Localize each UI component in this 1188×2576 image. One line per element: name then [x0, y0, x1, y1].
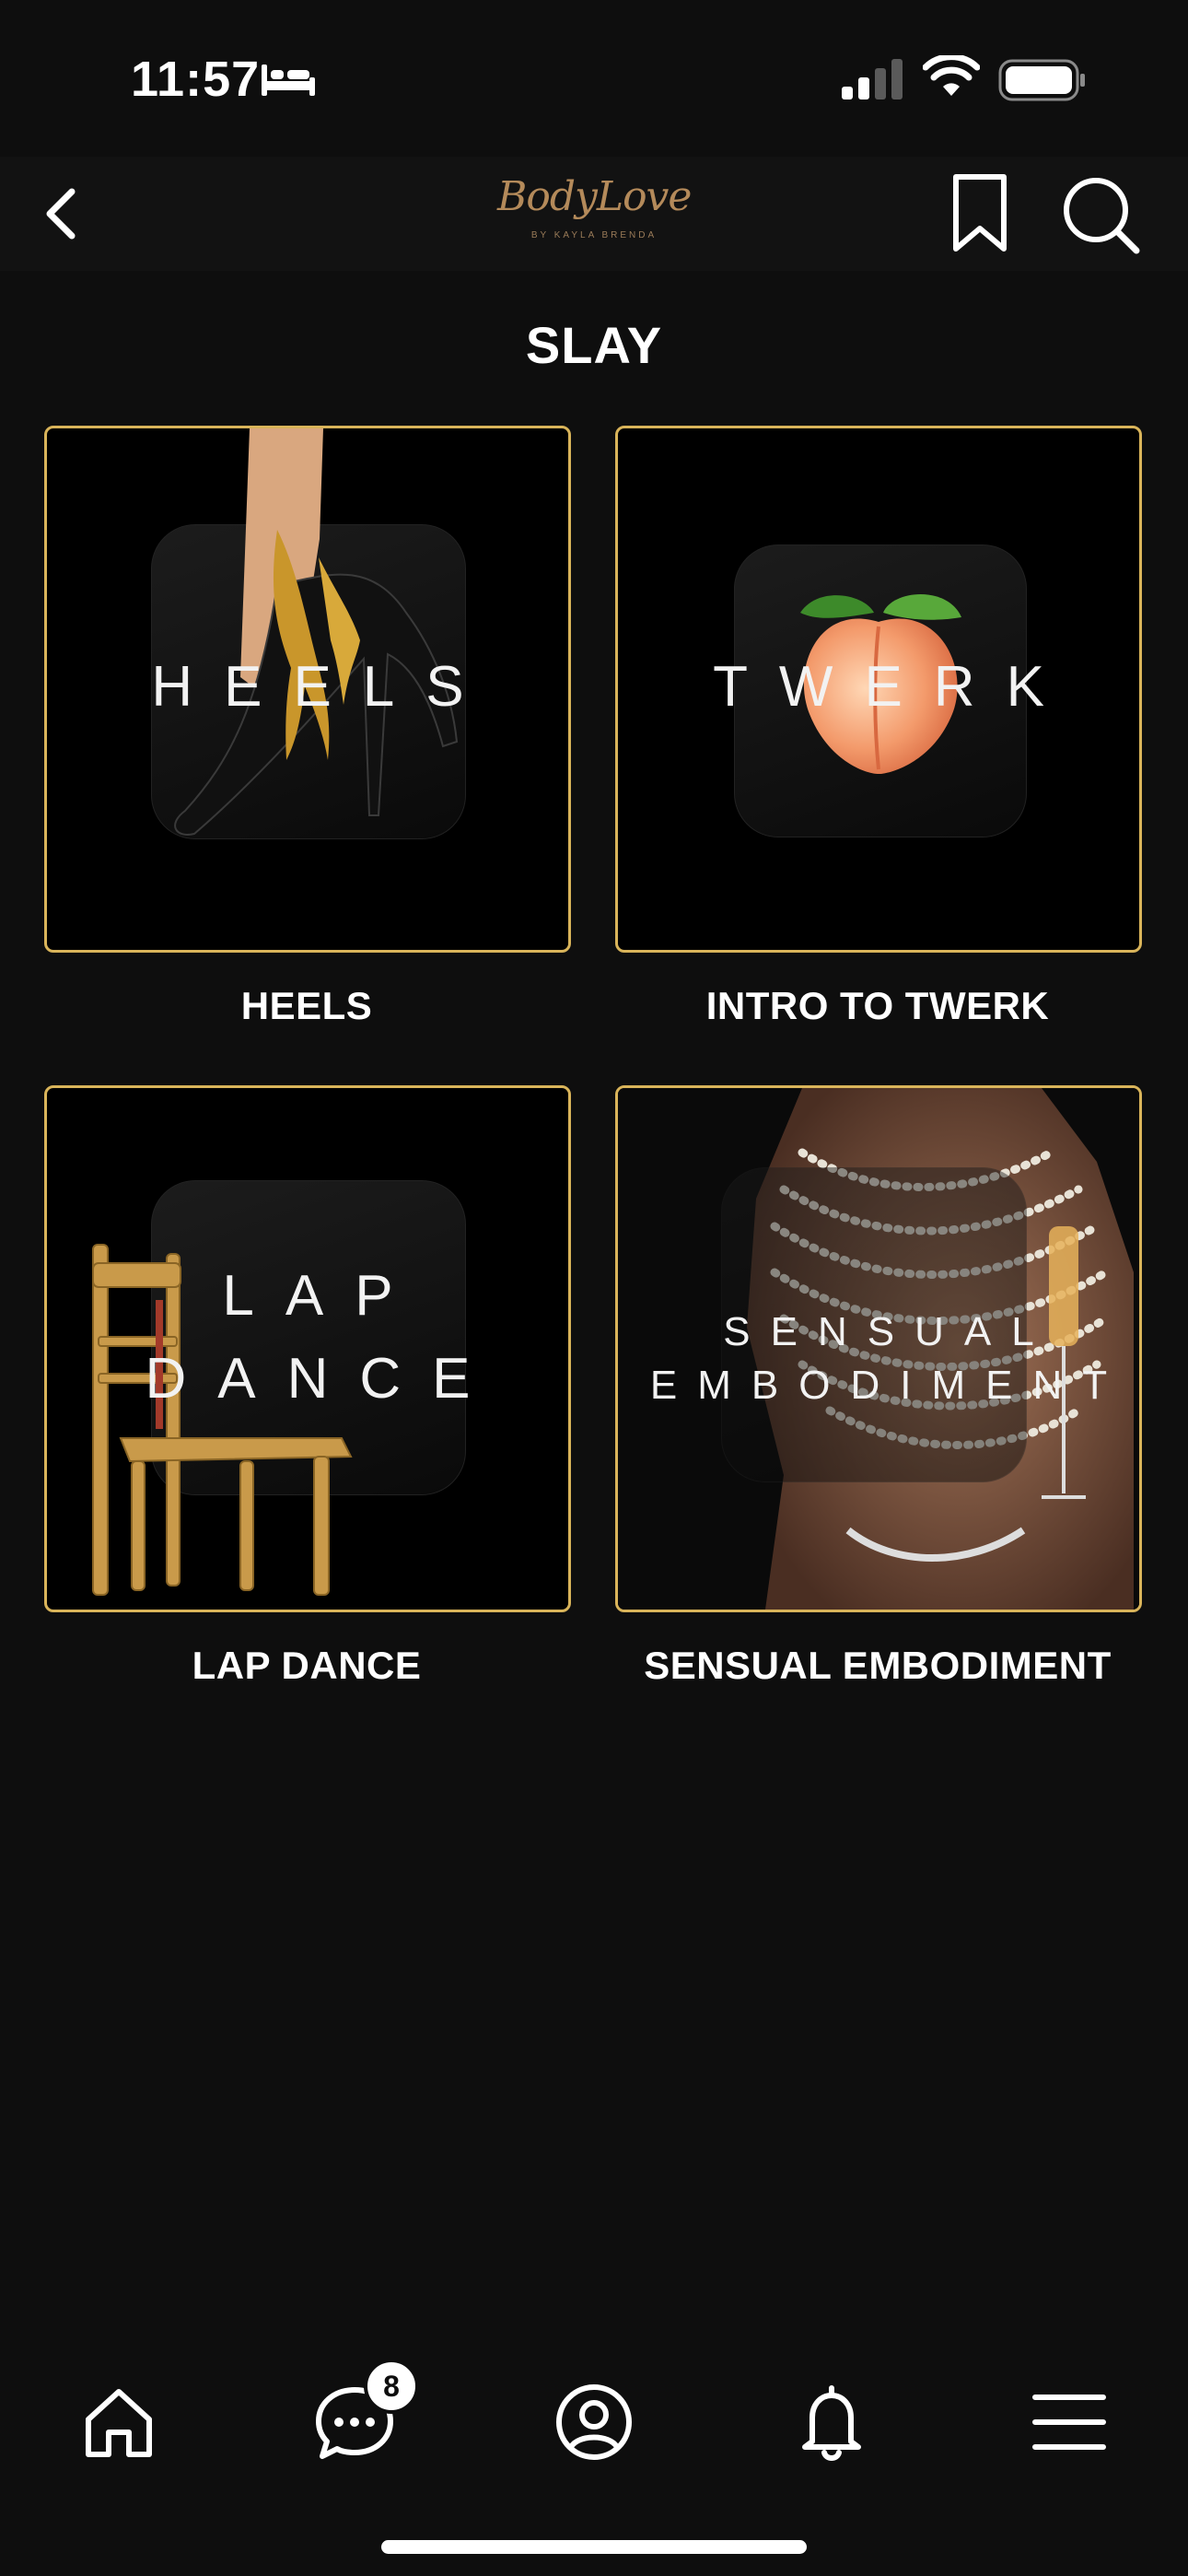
- category-card-intro-to-twerk[interactable]: TWERK INTRO TO TWERK: [615, 426, 1142, 1028]
- home-icon[interactable]: [77, 2381, 160, 2464]
- category-card-heels[interactable]: HEELS HEELS: [44, 426, 571, 1028]
- app-header: BodyLove BY KAYLA BRENDA: [0, 157, 1188, 271]
- card-thumbnail[interactable]: TWERK: [615, 426, 1142, 953]
- tile-line-1: SENSUAL: [723, 1309, 1054, 1354]
- back-chevron-icon[interactable]: [26, 177, 99, 251]
- card-label[interactable]: HEELS: [44, 984, 569, 1028]
- page-title: SLAY: [525, 316, 663, 374]
- home-indicator: [381, 2540, 807, 2554]
- heel-shoe-image: [174, 428, 459, 836]
- tile-text: TWERK: [713, 655, 1076, 719]
- card-label[interactable]: SENSUAL EMBODIMENT: [615, 1644, 1140, 1688]
- logo-subtext: BY KAYLA BRENDA: [530, 230, 658, 240]
- brand-logo: BodyLove BY KAYLA BRENDA: [497, 168, 692, 260]
- card-label[interactable]: INTRO TO TWERK: [615, 984, 1140, 1028]
- bed-icon: [262, 64, 315, 96]
- tile-line-1: LAP: [222, 1264, 425, 1328]
- profile-icon[interactable]: [553, 2381, 635, 2464]
- category-card-lap-dance[interactable]: LAP DANCE LAP DANCE: [44, 1085, 571, 1688]
- wifi-icon: [923, 55, 980, 96]
- signal-icon: [842, 59, 903, 100]
- tile-line-2: DANCE: [145, 1347, 502, 1411]
- search-icon[interactable]: [1057, 171, 1142, 256]
- status-time: 11:57: [131, 52, 261, 107]
- card-thumbnail[interactable]: HEELS: [44, 426, 571, 953]
- logo-text: BodyLove: [497, 173, 692, 220]
- bottom-tab-bar: [0, 2340, 1188, 2497]
- card-label[interactable]: LAP DANCE: [44, 1644, 569, 1688]
- battery-icon: [998, 59, 1085, 101]
- status-bar: 11:57: [0, 0, 1188, 157]
- bell-icon[interactable]: [790, 2381, 873, 2464]
- chat-badge: 8: [364, 2359, 419, 2414]
- card-thumbnail[interactable]: SENSUAL EMBODIMENT: [615, 1085, 1142, 1612]
- category-card-sensual-embodiment[interactable]: SENSUAL EMBODIMENT SENSUAL EMBODIMENT: [615, 1085, 1142, 1688]
- menu-icon[interactable]: [1028, 2381, 1111, 2464]
- tile-text: HEELS: [151, 655, 495, 719]
- bookmark-icon[interactable]: [949, 171, 1011, 256]
- tile-line-2: EMBODIMENT: [649, 1363, 1128, 1408]
- card-thumbnail[interactable]: LAP DANCE: [44, 1085, 571, 1612]
